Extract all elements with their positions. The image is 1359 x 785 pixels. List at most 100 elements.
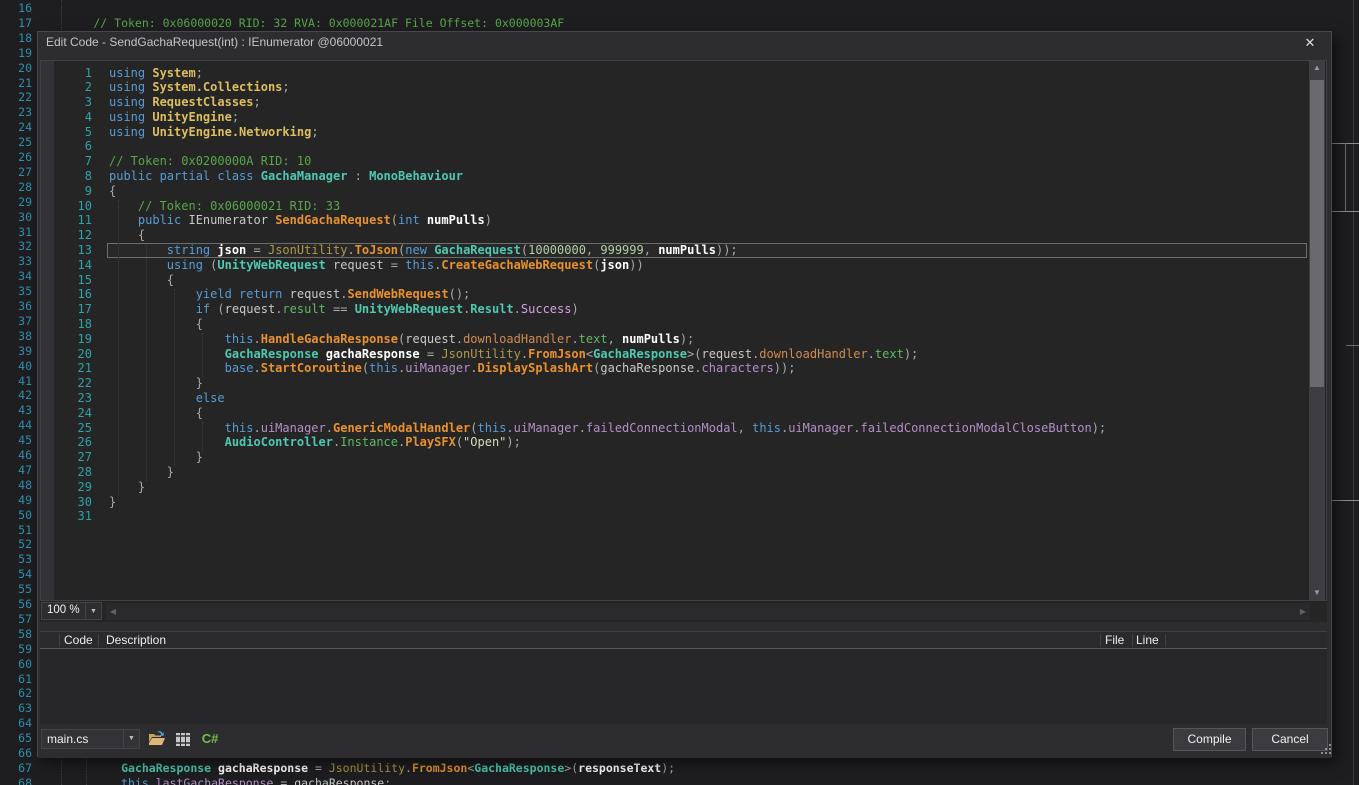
code-line: 4using UnityEngine; [54, 110, 1306, 125]
line-number: 14 [54, 258, 92, 273]
code-line: 22 } [54, 376, 1306, 391]
background-code-line: 43 [0, 403, 32, 418]
background-code-line: 64 [0, 716, 32, 731]
background-code-line: 35 [0, 284, 32, 299]
background-code-line: 39 [0, 344, 32, 359]
line-number: 12 [54, 228, 92, 243]
line-number: 27 [54, 450, 92, 465]
background-code-line: 61 [0, 672, 32, 687]
screen: 1617 // Token: 0x06000020 RID: 32 RVA: 0… [0, 0, 1359, 785]
background-code-line: 57 [0, 612, 32, 627]
csharp-file-icon[interactable]: C# [200, 729, 220, 749]
resize-grip[interactable] [1319, 743, 1332, 756]
background-code-line: 22 [0, 90, 32, 105]
code-line: 25 this.uiManager.GenericModalHandler(th… [54, 421, 1306, 436]
scroll-left-icon[interactable]: ◀ [106, 603, 120, 620]
chevron-down-icon[interactable]: ▼ [85, 603, 101, 619]
dialog-title: Edit Code - SendGachaRequest(int) : IEnu… [46, 35, 383, 49]
line-number: 10 [54, 199, 92, 214]
scroll-up-icon[interactable]: ▲ [1309, 61, 1325, 75]
background-code-line: 28 [0, 180, 32, 195]
scroll-down-icon[interactable]: ▼ [1309, 586, 1325, 600]
line-number: 26 [54, 435, 92, 450]
line-number: 3 [54, 95, 92, 110]
code-line: 20 GachaResponse gachaResponse = JsonUti… [54, 347, 1306, 362]
column-header-line[interactable]: Line [1136, 633, 1159, 647]
background-code-line: 26 [0, 150, 32, 165]
column-header-description[interactable]: Description [106, 633, 166, 647]
close-icon[interactable]: ✕ [1295, 32, 1325, 54]
code-line: 5using UnityEngine.Networking; [54, 125, 1306, 140]
background-code-line: 36 [0, 299, 32, 314]
line-number: 4 [54, 110, 92, 125]
line-number: 31 [54, 509, 92, 524]
line-number: 30 [54, 495, 92, 510]
code-line: 2using System.Collections; [54, 80, 1306, 95]
background-code-line: 32 [0, 239, 32, 254]
background-code-line: 58 [0, 627, 32, 642]
background-code-line: 23 [0, 105, 32, 120]
indent-guide [202, 333, 203, 377]
line-number: 8 [54, 169, 92, 184]
background-code-line: 37 [0, 314, 32, 329]
issues-table-body[interactable] [40, 649, 1327, 724]
column-separator [1165, 634, 1166, 647]
background-code-line: 21 [0, 76, 32, 91]
background-code-line: 55 [0, 582, 32, 597]
background-code-line: 42 [0, 388, 32, 403]
column-separator [98, 634, 99, 647]
background-code-line: 40 [0, 359, 32, 374]
code-line: 10 // Token: 0x06000021 RID: 33 [54, 199, 1306, 214]
indent-guide [61, 0, 62, 30]
file-selector-combobox[interactable]: main.cs ▼ [41, 729, 140, 749]
background-code-line: 66 [0, 746, 32, 761]
code-line: 19 this.HandleGachaResponse(request.down… [54, 332, 1306, 347]
column-header-code[interactable]: Code [64, 633, 93, 647]
dialog-titlebar[interactable]: Edit Code - SendGachaRequest(int) : IEnu… [38, 32, 1331, 54]
zoom-level-combobox[interactable]: 100 % ▼ [41, 602, 102, 620]
chevron-down-icon[interactable]: ▼ [123, 730, 139, 748]
background-code-line: 50 [0, 508, 32, 523]
vertical-scrollbar[interactable]: ▲ ▼ [1309, 61, 1325, 600]
line-number: 22 [54, 376, 92, 391]
line-number: 13 [54, 243, 92, 258]
code-editor[interactable]: 1using System;2using System.Collections;… [40, 60, 1327, 601]
vertical-scrollbar-thumb[interactable] [1310, 80, 1324, 387]
background-code-line: 52 [0, 537, 32, 552]
background-code-line: 31 [0, 225, 32, 240]
code-line: 13 string json = JsonUtility.ToJson(new … [54, 243, 1306, 258]
cancel-button[interactable]: Cancel [1252, 728, 1328, 751]
compile-button[interactable]: Compile [1173, 728, 1246, 751]
code-line: 28 } [54, 465, 1306, 480]
panel-border-line [1332, 500, 1359, 501]
dialog-code-lines: 1using System;2using System.Collections;… [54, 66, 1306, 525]
scroll-right-icon[interactable]: ▶ [1296, 603, 1310, 620]
column-header-file[interactable]: File [1105, 633, 1124, 647]
line-number: 19 [54, 332, 92, 347]
horizontal-scrollbar[interactable]: ◀ ▶ [106, 603, 1310, 620]
line-number: 1 [54, 66, 92, 81]
column-separator [59, 634, 60, 647]
panel-border-line [1353, 0, 1354, 785]
issues-table-header: Code Description File Line [40, 631, 1327, 649]
background-code-line: 34 [0, 269, 32, 284]
background-code-line: 46 [0, 448, 32, 463]
line-number: 23 [54, 391, 92, 406]
code-line: 24 { [54, 406, 1306, 421]
code-line: 27 } [54, 450, 1306, 465]
code-line: 7// Token: 0x0200000A RID: 10 [54, 154, 1306, 169]
line-number: 25 [54, 421, 92, 436]
line-number: 18 [54, 317, 92, 332]
background-code-line: 19 [0, 46, 32, 61]
open-folder-icon[interactable] [147, 729, 167, 749]
background-code-line: 53 [0, 552, 32, 567]
code-line: 16 yield return request.SendWebRequest()… [54, 287, 1306, 302]
line-number: 16 [54, 287, 92, 302]
line-number: 5 [54, 125, 92, 140]
code-line: 30} [54, 495, 1306, 510]
assembly-references-icon[interactable] [173, 729, 193, 749]
indent-guide [61, 757, 62, 785]
background-code-line: 29 [0, 195, 32, 210]
background-code-line: 38 [0, 329, 32, 344]
background-code-line: 30 [0, 210, 32, 225]
